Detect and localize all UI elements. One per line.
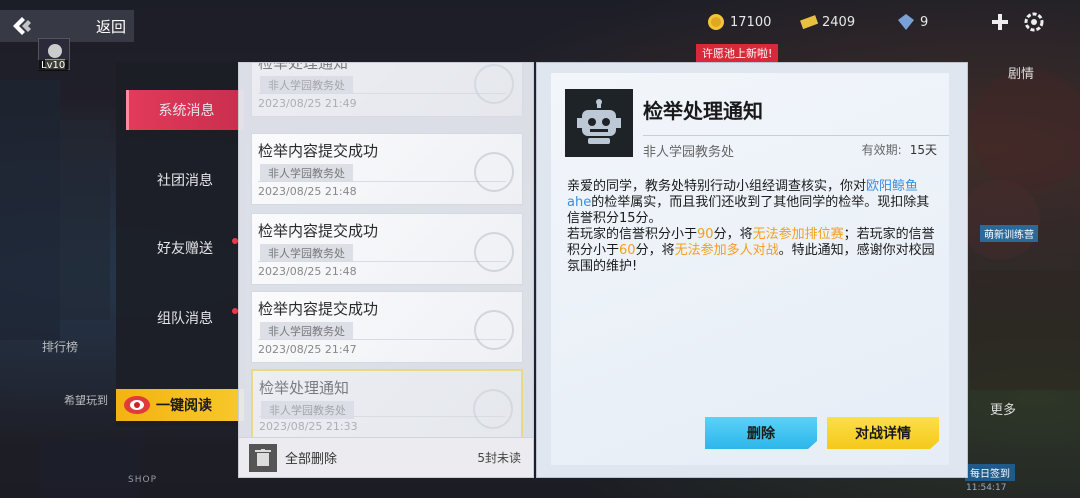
message-title: 检举处理通知 (259, 379, 350, 397)
read-stamp-icon (474, 152, 514, 192)
leaderboard-label: 排行榜 (42, 340, 79, 354)
message-sender: 非人学园教务处 (260, 164, 353, 182)
ticket-icon (798, 12, 819, 32)
message-sender: 非人学园教务处 (260, 244, 353, 262)
clock-text: 11:54:17 (966, 483, 1007, 493)
read-all-label: 一键阅读 (156, 398, 212, 414)
tab-label: 系统消息 (158, 103, 215, 119)
restriction-ranked: 无法参加排位赛 (752, 227, 844, 242)
gem-counter[interactable]: 9 (896, 12, 928, 32)
tab-team-messages[interactable]: 组队消息 (126, 298, 244, 338)
list-item[interactable]: 检举处理通知 非人学园教务处 2023/08/25 21:49 (251, 63, 523, 117)
daily-signin-label: 每日签到 (965, 464, 1015, 481)
message-title: 检举内容提交成功 (258, 300, 379, 318)
list-item-selected[interactable]: 检举处理通知 非人学园教务处 2023/08/25 21:33 (251, 369, 523, 437)
list-item[interactable]: 检举内容提交成功 非人学园教务处 2023/08/25 21:48 (251, 133, 523, 205)
message-date: 2023/08/25 21:33 (259, 420, 358, 433)
list-item[interactable]: 检举内容提交成功 非人学园教务处 2023/08/25 21:48 (251, 213, 523, 285)
coin-icon (706, 12, 726, 32)
list-footer: 全部删除 5封未读 (239, 437, 533, 477)
validity-value: 15天 (909, 143, 937, 157)
restriction-multiplayer: 无法参加多人对战 (674, 243, 779, 258)
message-list-panel: 检举处理通知 非人学园教务处 2023/08/25 21:49 检举内容提交成功… (238, 62, 534, 478)
tab-label: 好友赠送 (157, 241, 213, 257)
read-stamp-icon (474, 64, 514, 104)
read-stamp-icon (474, 232, 514, 272)
gem-icon (896, 12, 916, 32)
battle-details-button[interactable]: 对战详情 (827, 417, 939, 449)
divider (258, 261, 506, 262)
more-label: 更多 (990, 403, 1017, 418)
message-detail-panel: 检举处理通知 非人学园教务处 有效期: 15天 亲爱的同学，教务处特别行动小组经调… (536, 62, 968, 478)
ticket-counter[interactable]: 2409 (798, 12, 855, 32)
divider (258, 339, 506, 340)
newbie-camp-label: 萌新训练营 (980, 225, 1038, 242)
back-label: 返回 (96, 17, 127, 36)
body-paragraph-1: 亲爱的同学，教务处特别行动小组经调查核实，你对欧阳鲸鱼ahe的检举属实，而且我们… (567, 179, 935, 227)
add-icon[interactable] (988, 10, 1012, 34)
read-stamp-icon (474, 310, 514, 350)
detail-title: 检举处理通知 (643, 99, 763, 123)
gear-icon[interactable] (1022, 10, 1046, 34)
tab-system-messages[interactable]: 系统消息 (126, 90, 244, 130)
delete-all-button[interactable]: 全部删除 (249, 443, 338, 472)
banner-tag[interactable]: 许愿池上新啦! (696, 44, 779, 62)
message-sender: 非人学园教务处 (260, 76, 353, 94)
divider (643, 135, 949, 136)
threshold-90: 90 (697, 227, 714, 242)
detail-sender: 非人学园教务处 (643, 145, 735, 160)
body-text: 若玩家的信誉积分小于 (567, 227, 698, 242)
eye-icon (124, 396, 150, 414)
tab-label: 组队消息 (157, 311, 213, 327)
message-sender: 非人学园教务处 (260, 322, 353, 340)
unread-count: 5封未读 (477, 451, 521, 465)
wish-label: 希望玩到 (64, 394, 108, 407)
gem-value: 9 (920, 14, 929, 30)
divider (258, 181, 506, 182)
divider (258, 93, 506, 94)
body-text: 的检举属实，而且我们还收到了其他同学的检举。现扣除其信誉积分15分。 (567, 195, 930, 226)
player-level: Lv10 (38, 60, 69, 71)
message-date: 2023/08/25 21:48 (258, 185, 357, 198)
message-title: 检举内容提交成功 (258, 142, 379, 160)
list-item[interactable]: 检举内容提交成功 非人学园教务处 2023/08/25 21:47 (251, 291, 523, 363)
message-title: 检举内容提交成功 (258, 222, 379, 240)
divider (259, 416, 505, 417)
body-text: 亲爱的同学，教务处特别行动小组经调查核实，你对 (567, 179, 867, 194)
read-all-button[interactable]: 一键阅读 (116, 389, 244, 421)
message-date: 2023/08/25 21:48 (258, 265, 357, 278)
body-text: 分，将 (713, 227, 753, 242)
read-stamp-icon (473, 389, 513, 429)
message-list[interactable]: 检举处理通知 非人学园教务处 2023/08/25 21:49 检举内容提交成功… (239, 63, 533, 437)
body-paragraph-2: 若玩家的信誉积分小于90分，将无法参加排位赛；若玩家的信誉积分小于60分，将无法… (567, 227, 935, 275)
delete-all-label: 全部删除 (285, 452, 338, 467)
coin-value: 17100 (730, 14, 772, 30)
tab-club-messages[interactable]: 社团消息 (126, 160, 244, 200)
body-text: 分，将 (635, 243, 675, 258)
message-date: 2023/08/25 21:47 (258, 343, 357, 356)
ticket-value: 2409 (822, 14, 856, 30)
message-detail-card: 检举处理通知 非人学园教务处 有效期: 15天 亲爱的同学，教务处特别行动小组经调… (551, 73, 949, 465)
tab-label: 社团消息 (157, 173, 213, 189)
message-date: 2023/08/25 21:49 (258, 97, 357, 110)
validity-period: 有效期: 15天 (862, 141, 937, 158)
message-tab-panel: 系统消息 社团消息 好友赠送 组队消息 (116, 62, 246, 426)
tab-friend-gifts[interactable]: 好友赠送 (126, 228, 244, 268)
coin-counter[interactable]: 17100 (706, 12, 771, 32)
trash-icon (249, 443, 277, 472)
story-label: 剧情 (1008, 67, 1035, 82)
validity-label: 有效期: (861, 143, 902, 157)
robot-icon (565, 89, 633, 157)
threshold-60: 60 (619, 243, 636, 258)
shop-label: SHOP (128, 475, 157, 485)
message-title: 检举处理通知 (258, 63, 349, 72)
delete-button[interactable]: 删除 (705, 417, 817, 449)
detail-body: 亲爱的同学，教务处特别行动小组经调查核实，你对欧阳鲸鱼ahe的检举属实，而且我们… (567, 179, 935, 275)
